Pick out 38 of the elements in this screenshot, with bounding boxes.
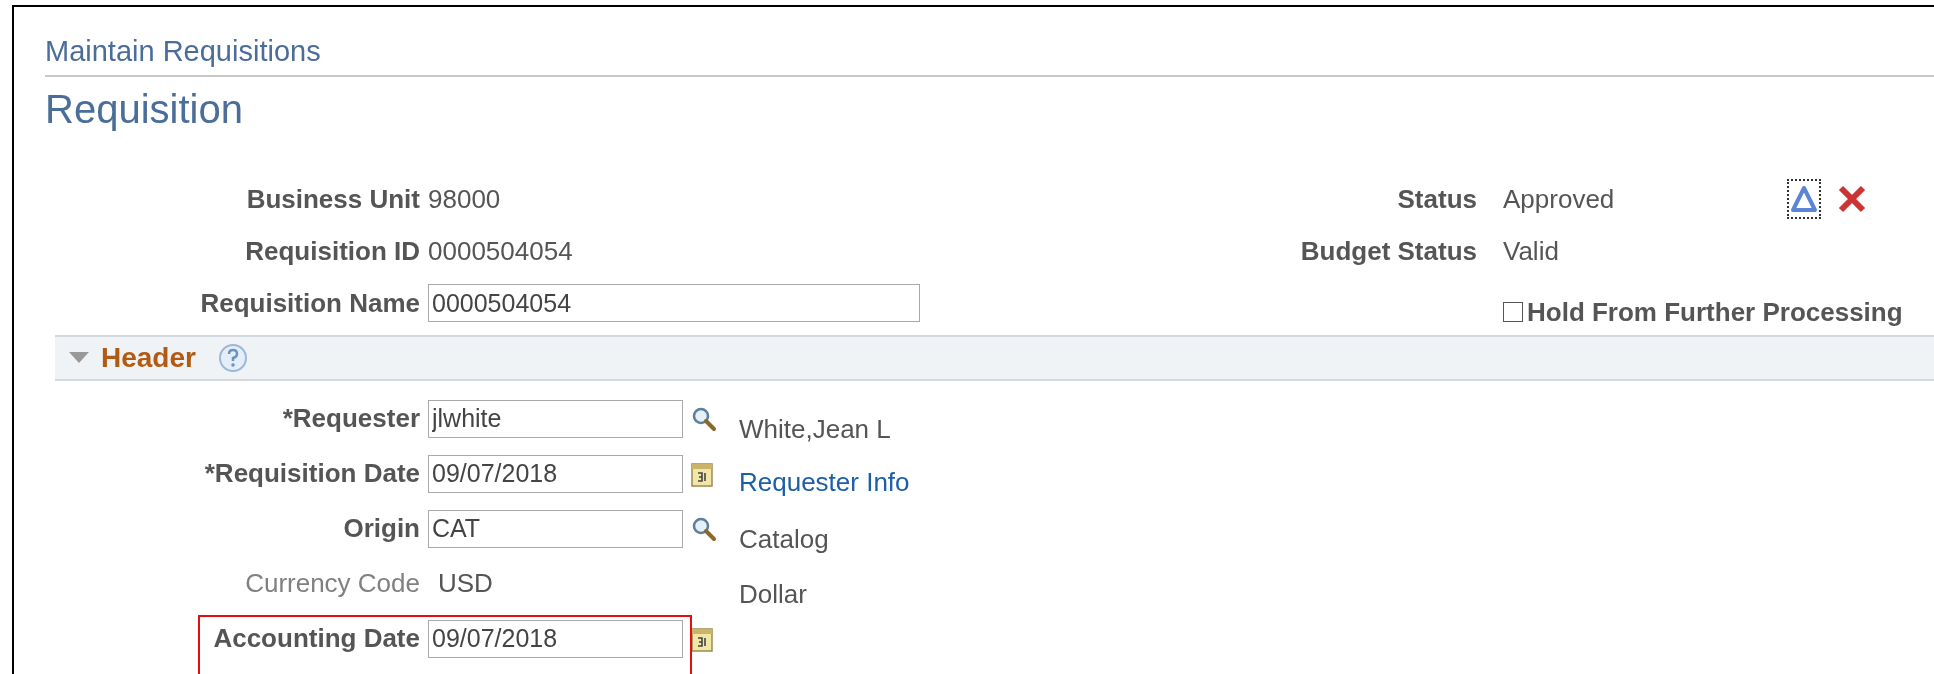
field-label: Budget Status	[1300, 235, 1477, 267]
field-label: Requisition ID	[245, 235, 420, 267]
section-header-bar[interactable]: Header	[55, 335, 1934, 381]
field-label: *Requester	[282, 403, 420, 434]
field-description: Catalog	[739, 524, 830, 555]
field-label: *Requisition Date	[204, 458, 420, 489]
page-title: Requisition	[45, 87, 244, 133]
field-value: Valid	[1503, 235, 1559, 267]
field-label: Business Unit	[246, 183, 420, 215]
field-label: Currency Code	[245, 568, 420, 599]
field-description: Dollar	[739, 579, 808, 610]
close-icon[interactable]	[1837, 184, 1867, 214]
search-icon[interactable]	[691, 515, 717, 542]
search-icon[interactable]	[691, 405, 717, 432]
field-value: 98000	[428, 183, 501, 215]
help-icon[interactable]	[217, 343, 248, 373]
calendar-icon[interactable]	[691, 625, 713, 652]
triangle-icon[interactable]	[1789, 181, 1819, 217]
input-field[interactable]: 09/07/2018	[428, 454, 683, 493]
input-field[interactable]: 09/07/2018	[428, 619, 683, 658]
requester-link[interactable]: Requester Info	[739, 467, 1934, 498]
field-value: 0000504054	[428, 235, 573, 267]
checkbox[interactable]	[1503, 302, 1523, 322]
input-field[interactable]: 0000504054	[428, 284, 920, 322]
field-label: Requisition Name	[200, 287, 420, 319]
field-label: Accounting Date	[213, 623, 420, 654]
checkbox-label[interactable]: Hold From Further Processing	[1527, 296, 1903, 328]
field-label: Status	[1397, 183, 1477, 215]
input-field[interactable]: CAT	[428, 509, 683, 548]
breadcrumb[interactable]: Maintain Requisitions	[45, 7, 1934, 71]
calendar-icon[interactable]	[691, 460, 713, 487]
input-field[interactable]: jlwhite	[428, 399, 683, 438]
section-title: Header	[101, 342, 196, 374]
field-value: USD	[437, 568, 493, 599]
caret-icon[interactable]	[69, 352, 89, 364]
field-value: Approved	[1503, 183, 1615, 215]
field-label: Origin	[343, 513, 420, 544]
field-description: White,Jean L	[739, 414, 892, 445]
